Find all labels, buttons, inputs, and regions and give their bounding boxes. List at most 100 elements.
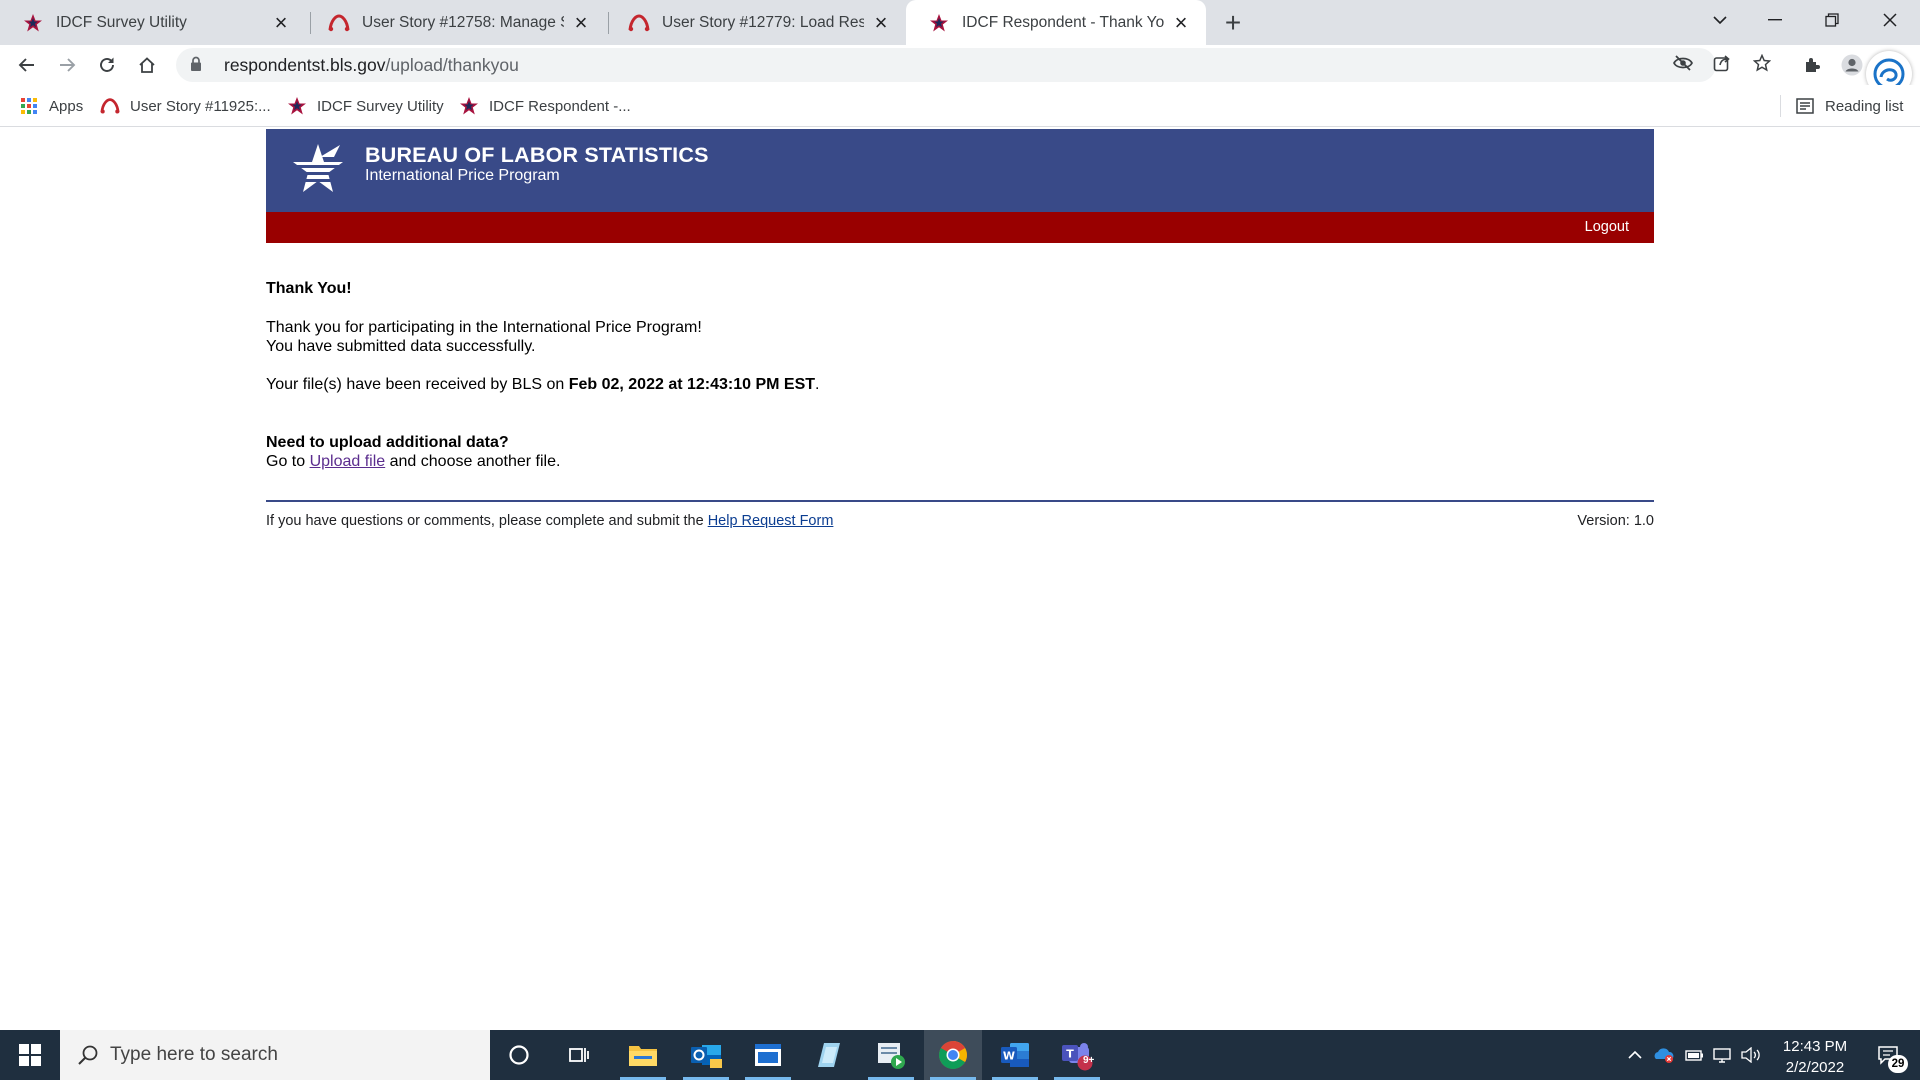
bookmark-label: Apps	[49, 97, 84, 115]
file-explorer-icon	[629, 1046, 657, 1066]
taskbar-word[interactable]: W	[986, 1030, 1044, 1080]
windows-start-button[interactable]	[0, 1030, 60, 1080]
reading-list-button[interactable]: Reading list	[1795, 93, 1903, 119]
taskbar-file-explorer[interactable]	[614, 1030, 672, 1080]
tab-idcf-survey-utility[interactable]: IDCF Survey Utility ×	[0, 0, 306, 45]
bookmark-star-icon[interactable]	[1749, 50, 1775, 76]
task-view-button[interactable]	[550, 1030, 608, 1080]
close-window-button[interactable]	[1862, 0, 1918, 40]
restore-button[interactable]	[1804, 0, 1860, 40]
windows-taskbar: Type here to search W T 9+ 12:43 PM 2/2/…	[0, 1030, 1920, 1080]
url-path: /upload/thankyou	[385, 54, 519, 75]
url-host: respondentst.bls.gov	[224, 54, 386, 75]
version-label: Version: 1.0	[1577, 513, 1654, 529]
taskbar-search-box[interactable]: Type here to search	[60, 1030, 490, 1080]
program-subtitle: International Price Program	[365, 167, 560, 184]
thank-you-content: Thank You! Thank you for participating i…	[266, 243, 1654, 471]
page-footer: If you have questions or comments, pleas…	[266, 502, 1654, 532]
show-hidden-icons-button[interactable]	[1622, 1030, 1648, 1080]
apps-grid-icon	[19, 96, 39, 116]
azure-devops-icon	[628, 12, 650, 34]
bls-star-icon	[287, 96, 307, 116]
chevron-up-icon	[1628, 1050, 1642, 1059]
browser-tab-strip: IDCF Survey Utility × User Story #12758:…	[0, 0, 1920, 45]
tab-title: User Story #12779: Load Response	[662, 13, 864, 31]
onedrive-tray-icon[interactable]	[1650, 1030, 1678, 1080]
azure-devops-icon	[100, 96, 120, 116]
tab-user-story-12758[interactable]: User Story #12758: Manage Survey ×	[306, 0, 606, 45]
azure-devops-icon	[328, 12, 350, 34]
search-icon	[78, 1045, 98, 1065]
bls-star-icon	[928, 12, 950, 34]
notes-app-icon	[818, 1043, 840, 1067]
reading-list-label: Reading list	[1825, 97, 1904, 115]
eye-slash-icon[interactable]	[1670, 50, 1696, 76]
home-icon[interactable]	[131, 49, 163, 81]
lock-icon[interactable]	[190, 56, 206, 74]
extensions-puzzle-icon[interactable]	[1796, 49, 1828, 81]
battery-icon[interactable]	[1681, 1030, 1707, 1080]
minimize-button[interactable]	[1747, 0, 1803, 40]
taskbar-outlook[interactable]	[677, 1030, 735, 1080]
network-icon[interactable]	[1709, 1030, 1735, 1080]
upload-suffix: and choose another file.	[385, 453, 561, 470]
bookmark-label: IDCF Survey Utility	[317, 97, 444, 115]
taskbar-notes-app[interactable]	[800, 1030, 858, 1080]
notification-count-badge: 29	[1888, 1055, 1908, 1073]
windows-logo-icon	[19, 1044, 41, 1066]
upload-prefix: Go to	[266, 453, 310, 470]
upload-instructions: Go to Upload file and choose another fil…	[266, 452, 1654, 471]
media-app-icon	[878, 1043, 905, 1069]
browser-toolbar: respondentst.bls.gov/upload/thankyou	[0, 45, 1920, 97]
taskbar-teams[interactable]: T 9+	[1048, 1030, 1106, 1080]
outlook-icon	[691, 1045, 722, 1068]
nav-bar: Logout	[266, 212, 1654, 243]
back-arrow-icon[interactable]	[11, 49, 43, 81]
bls-logo-icon	[290, 144, 346, 192]
taskbar-clock[interactable]: 12:43 PM 2/2/2022	[1770, 1036, 1860, 1078]
tab-title: IDCF Survey Utility	[56, 13, 187, 31]
bookmark-label: User Story #11925:...	[130, 97, 271, 115]
forward-arrow-icon[interactable]	[51, 49, 83, 81]
received-prefix: Your file(s) have been received by BLS o…	[266, 376, 569, 393]
tab-user-story-12779[interactable]: User Story #12779: Load Response ×	[606, 0, 906, 45]
bookmark-apps[interactable]: Apps	[19, 93, 83, 119]
task-view-icon	[569, 1048, 589, 1062]
reading-list-icon	[1795, 96, 1815, 116]
tab-idcf-respondent-thank-you[interactable]: IDCF Respondent - Thank You Page ×	[906, 0, 1206, 45]
profile-avatar-icon[interactable]	[1836, 49, 1868, 81]
share-icon[interactable]	[1709, 50, 1735, 76]
window-app-icon	[755, 1044, 781, 1066]
taskbar-chrome[interactable]	[924, 1030, 982, 1080]
close-tab-icon[interactable]: ×	[870, 10, 892, 35]
cortana-button[interactable]	[490, 1030, 548, 1080]
address-bar[interactable]: respondentst.bls.gov/upload/thankyou	[176, 48, 1716, 82]
close-tab-icon[interactable]: ×	[570, 10, 592, 35]
help-request-form-link[interactable]: Help Request Form	[708, 513, 834, 529]
clock-date: 2/2/2022	[1785, 1059, 1845, 1076]
search-placeholder: Type here to search	[110, 1044, 278, 1065]
logout-link[interactable]: Logout	[1585, 219, 1629, 235]
close-tab-icon[interactable]: ×	[1170, 10, 1192, 35]
received-datetime: Feb 02, 2022 at 12:43:10 PM EST	[568, 376, 816, 393]
bls-star-icon	[22, 12, 44, 34]
svg-text:T: T	[1066, 1048, 1074, 1061]
bls-page: BUREAU OF LABOR STATISTICS International…	[266, 129, 1654, 532]
svg-text:W: W	[1003, 1050, 1015, 1063]
bookmark-idcf-respondent[interactable]: IDCF Respondent -...	[459, 93, 631, 119]
help-text: If you have questions or comments, pleas…	[266, 513, 833, 529]
bookmark-idcf-survey-utility[interactable]: IDCF Survey Utility	[287, 93, 444, 119]
bookmark-label: IDCF Respondent -...	[489, 97, 631, 115]
volume-icon[interactable]	[1737, 1030, 1765, 1080]
teams-badge: 9+	[1083, 1055, 1095, 1066]
received-suffix: .	[815, 376, 820, 393]
close-tab-icon[interactable]: ×	[270, 10, 292, 35]
bookmark-user-story-11925[interactable]: User Story #11925:...	[100, 93, 271, 119]
reload-icon[interactable]	[91, 49, 123, 81]
taskbar-window-app[interactable]	[739, 1030, 797, 1080]
bookmarks-divider	[1780, 95, 1781, 117]
tab-search-chevron-icon[interactable]	[1692, 0, 1748, 40]
new-tab-button[interactable]: +	[1218, 7, 1248, 38]
taskbar-media-app[interactable]	[862, 1030, 920, 1080]
upload-file-link[interactable]: Upload file	[310, 453, 386, 470]
